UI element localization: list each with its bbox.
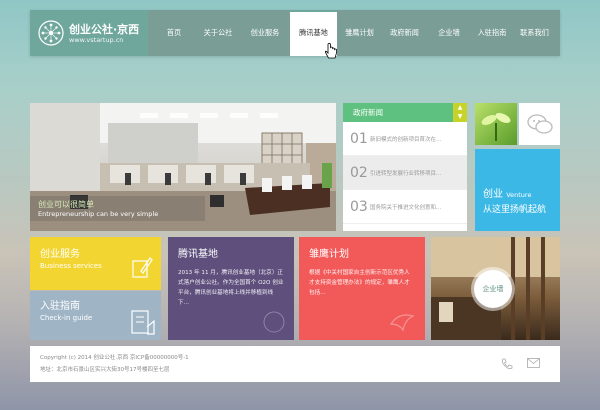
news-text: 新旧模式的创新项目首次在... [370, 136, 442, 143]
news-item[interactable]: 02 引进转型发展行业转移项目... [343, 156, 467, 190]
news-item[interactable]: 03 国务院关于推进文化创意和... [343, 190, 467, 224]
nav-item-eagle-plan[interactable]: 雏鹰计划 [337, 10, 382, 56]
footer-copyright: Copyright (c) 2014 创业公社.京西 京ICP备00000000… [40, 355, 189, 361]
venture-en: Venture [506, 191, 532, 199]
tencent-base-tile[interactable]: 腾讯基地 2013 年 11 月，腾讯创业基地（北京）正式落户创业公社。作为全国… [168, 237, 294, 340]
tile-body: 2013 年 11 月，腾讯创业基地（北京）正式落户创业公社。作为全国首个 O2… [178, 270, 284, 306]
building-icon [131, 310, 155, 335]
news-text: 引进转型发展行业转移项目... [370, 170, 442, 177]
wechat-icon [526, 114, 553, 134]
logo[interactable]: 创业公社·京西 www.vstartup.cn [30, 10, 148, 56]
phone-icon[interactable] [501, 358, 513, 370]
hero-caption-en: Entrepreneurship can be very simple [38, 210, 159, 218]
chevron-down-icon[interactable]: ▼ [453, 112, 467, 121]
business-services-tile[interactable]: 创业服务 Business services [30, 237, 161, 290]
mail-icon[interactable] [527, 358, 540, 368]
checkin-guide-tile[interactable]: 入驻指南 Check-in guide [30, 291, 161, 340]
news-title: 政府新闻 [353, 108, 383, 117]
hero-caption: 创业可以很简单 Entrepreneurship can be very sim… [30, 196, 205, 221]
company-wall-badge: 企业墙 [474, 270, 512, 308]
news-item[interactable]: 01 新旧模式的创新项目首次在... [343, 122, 467, 156]
nav-item-contact[interactable]: 联系我们 [513, 10, 556, 56]
main-nav: 首页 关于公社 创业服务 腾讯基地 雏鹰计划 政府新闻 企业墙 入驻指南 联系我… [148, 10, 560, 56]
news-number: 01 [350, 130, 368, 147]
logo-url: www.vstartup.cn [69, 35, 124, 44]
venture-slogan: 从这里扬帆起航 [483, 205, 547, 215]
news-text: 国务院关于推进文化创意和... [370, 204, 442, 211]
news-number: 03 [350, 198, 368, 215]
company-wall-tile[interactable]: 企业墙 [431, 237, 560, 340]
nav-item-about[interactable]: 关于公社 [196, 10, 240, 56]
decor-line-icon [263, 311, 285, 333]
nav-item-home[interactable]: 首页 [152, 10, 196, 56]
logo-name: 创业公社·京西 [69, 22, 140, 36]
eagle-plan-tile[interactable]: 雏鹰计划 根据《中关村国家自主创新示范区优秀人才支持资金管理办法》的规定，雏鹰人… [299, 237, 425, 340]
tile-title: 腾讯基地 [178, 249, 218, 260]
news-number: 02 [350, 164, 368, 181]
bird-icon [389, 314, 415, 332]
pencil-icon [132, 257, 153, 278]
logo-mark-icon [38, 20, 64, 46]
nav-item-company-wall[interactable]: 企业墙 [427, 10, 471, 56]
news-scroll-control[interactable]: ▲ ▼ [453, 103, 467, 122]
nav-item-services[interactable]: 创业服务 [240, 10, 290, 56]
site-header: 创业公社·京西 www.vstartup.cn 首页 关于公社 创业服务 腾讯基… [30, 10, 560, 56]
venture-cn: 创业 [483, 189, 503, 200]
nav-item-checkin-guide[interactable]: 入驻指南 [471, 10, 513, 56]
hero-caption-cn: 创业可以很简单 [38, 200, 94, 209]
footer-address: 地址：北京市石景山区实兴大街30号17号楼四至七层 [40, 367, 170, 373]
sprout-image[interactable] [475, 103, 517, 145]
gov-news-panel: 政府新闻 ▲ ▼ 01 新旧模式的创新项目首次在... 02 引进转型发展行业转… [343, 103, 467, 231]
tile-body: 根据《中关村国家自主创新示范区优秀人才支持资金管理办法》的规定，雏鹰人才包括..… [309, 270, 410, 296]
nav-item-gov-news[interactable]: 政府新闻 [382, 10, 427, 56]
wechat-tile[interactable] [519, 103, 560, 145]
sprout-icon [481, 113, 511, 141]
chevron-up-icon[interactable]: ▲ [453, 103, 467, 112]
hero-office-image[interactable]: 创业可以很简单 Entrepreneurship can be very sim… [30, 103, 336, 231]
site-footer: Copyright (c) 2014 创业公社.京西 京ICP备00000000… [30, 346, 560, 382]
news-header: 政府新闻 ▲ ▼ [343, 103, 467, 122]
venture-tile[interactable]: 创业 Venture 从这里扬帆起航 [475, 149, 560, 231]
hand-cursor-icon [324, 43, 337, 59]
tile-title: 雏鹰计划 [309, 249, 349, 260]
